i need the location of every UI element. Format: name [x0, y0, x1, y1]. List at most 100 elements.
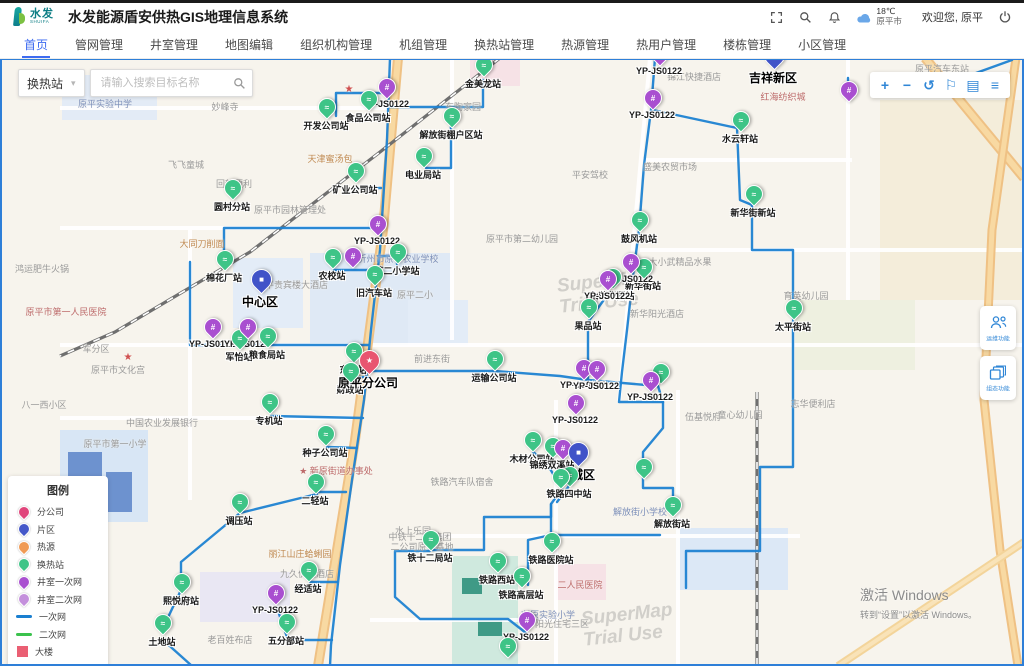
- map-place-label: 中国农业发展银行: [126, 416, 198, 429]
- legend-item-label: 井室一次网: [37, 575, 82, 588]
- legend-item-label: 分公司: [37, 505, 64, 518]
- config-function-button[interactable]: 组态功能: [980, 356, 1016, 400]
- pin-label: YP-JS0122: [636, 66, 682, 76]
- search-input[interactable]: [99, 76, 233, 90]
- logout-icon[interactable]: [997, 10, 1012, 25]
- reset-view-icon[interactable]: ↺: [918, 72, 940, 98]
- map-place-label: 大小武精品水果: [648, 255, 711, 268]
- station-pin-glyph: ≈: [232, 494, 248, 510]
- well-pin-glyph: #: [379, 79, 395, 95]
- legend-pin-icon: [16, 591, 33, 608]
- well-pin-glyph: #: [268, 585, 284, 601]
- map-place-label: 原平市第一小学: [83, 437, 146, 450]
- weather-widget: 18℃ 原平市: [856, 7, 902, 27]
- measure-icon[interactable]: ⚐: [940, 72, 962, 98]
- app-logo: 水发 SHUIFA: [12, 7, 54, 27]
- station-pin-glyph: ≈: [476, 58, 492, 73]
- nav-tab-地图编辑[interactable]: 地图编辑: [225, 31, 273, 58]
- nav-tab-组织机构管理[interactable]: 组织机构管理: [300, 31, 372, 58]
- well-pin-glyph: #: [568, 395, 584, 411]
- pin-label: 熙悦府站: [163, 594, 199, 607]
- nav-tab-小区管理[interactable]: 小区管理: [798, 31, 846, 58]
- map-place-label: 飞飞童城: [168, 158, 204, 171]
- map-place-label: 新华阳光酒店: [630, 307, 684, 320]
- search-icon[interactable]: [233, 77, 246, 90]
- notification-bell-icon[interactable]: [827, 10, 842, 25]
- pin-label: 二轻站: [301, 494, 328, 507]
- station-pin-glyph: ≈: [423, 531, 439, 547]
- category-select[interactable]: 换热站 ▾: [18, 69, 85, 97]
- station-pin-glyph: ≈: [632, 212, 648, 228]
- nav-tab-机组管理[interactable]: 机组管理: [399, 31, 447, 58]
- map-canvas[interactable]: SuperMapTrial Use SuperMapTrial Use 激活 W…: [0, 58, 1024, 666]
- company-pin-glyph: ★: [360, 351, 379, 370]
- map-place-label: 童心幼儿园: [717, 408, 762, 421]
- legend-list-icon[interactable]: ≡: [984, 72, 1006, 98]
- legend-item: 热源: [16, 538, 100, 556]
- pin-label: 圆村分站: [214, 200, 250, 213]
- map-legend: 图例 分公司片区热源换热站井室一次网井室二次网一次网二次网大楼: [8, 476, 108, 666]
- ops-function-button[interactable]: 运维功能: [980, 306, 1016, 350]
- pin-label: 吉祥新区: [749, 69, 797, 86]
- pin-label: YP-JS0122: [627, 392, 673, 402]
- district-pin-glyph: ■: [252, 270, 271, 289]
- nav-tab-换热站管理[interactable]: 换热站管理: [474, 31, 534, 58]
- pin-label: YP-JS0122: [573, 381, 619, 391]
- station-pin-glyph: ≈: [262, 394, 278, 410]
- station-pin-glyph: ≈: [553, 469, 569, 485]
- pin-label: 种子公司站: [302, 446, 347, 459]
- station-pin-glyph: ≈: [487, 351, 503, 367]
- station-pin-glyph: ≈: [308, 474, 324, 490]
- map-place-label: 盛美农贸市场: [643, 160, 697, 173]
- map-place-label: 二人民医院: [557, 578, 602, 591]
- map-place-label: 原平市第二幼儿园: [486, 232, 558, 245]
- pin-label: 食品公司站: [345, 111, 390, 124]
- fullscreen-icon[interactable]: [769, 10, 784, 25]
- legend-item: 分公司: [16, 503, 100, 521]
- legend-item-label: 大楼: [35, 645, 53, 658]
- map-place-label: 丽江山庄蛤蜊园: [268, 547, 331, 560]
- station-pin-glyph: ≈: [514, 568, 530, 584]
- pin-label: 电业局站: [405, 168, 441, 181]
- layers-icon[interactable]: ▤: [962, 72, 984, 98]
- zoom-out-icon[interactable]: −: [896, 72, 918, 98]
- pin-label: 粮食局站: [249, 348, 285, 361]
- pin-label: 开发公司站: [303, 119, 348, 132]
- nav-tab-管网管理[interactable]: 管网管理: [75, 31, 123, 58]
- station-pin-glyph: ≈: [390, 244, 406, 260]
- pin-label: 金美龙站: [465, 77, 501, 90]
- well-pin-glyph: #: [643, 372, 659, 388]
- well-pin-glyph: #: [519, 612, 535, 628]
- map-place-label: 鸿运肥牛火锅: [15, 262, 69, 275]
- station-pin-glyph: ≈: [746, 186, 762, 202]
- map-place-label: 天津蜜汤包: [307, 152, 352, 165]
- pin-label: 铁路西站: [479, 573, 515, 586]
- station-pin-glyph: ≈: [260, 328, 276, 344]
- zoom-in-icon[interactable]: +: [874, 72, 896, 98]
- ops-function-label: 运维功能: [986, 333, 1009, 342]
- pin-label: 运输公司站: [471, 371, 516, 384]
- map-place-label: 原平实验中学: [78, 97, 132, 110]
- station-pin-glyph: ≈: [225, 180, 241, 196]
- station-pin-glyph: ≈: [319, 99, 335, 115]
- nav-tab-热用户管理[interactable]: 热用户管理: [636, 31, 696, 58]
- nav-tab-热源管理[interactable]: 热源管理: [561, 31, 609, 58]
- weather-city: 原平市: [876, 17, 902, 27]
- map-place-label: ★: [345, 84, 354, 95]
- nav-tab-井室管理[interactable]: 井室管理: [150, 31, 198, 58]
- station-pin-glyph: ≈: [665, 497, 681, 513]
- pin-label: 水云轩站: [722, 132, 758, 145]
- search-icon[interactable]: [798, 10, 813, 25]
- legend-square-icon: [17, 646, 28, 657]
- legend-item-label: 井室二次网: [37, 593, 82, 606]
- pin-label: 棉花厂站: [206, 271, 242, 284]
- well-pin-glyph: #: [370, 216, 386, 232]
- map-place-label: 伍基悦府: [685, 410, 721, 423]
- legend-pin-icon: [16, 573, 33, 590]
- station-pin-glyph: ≈: [318, 426, 334, 442]
- station-pin-glyph: ≈: [367, 266, 383, 282]
- station-pin-glyph: ≈: [301, 562, 317, 578]
- nav-tab-楼栋管理[interactable]: 楼栋管理: [723, 31, 771, 58]
- station-pin-glyph: ≈: [733, 112, 749, 128]
- nav-tab-首页[interactable]: 首页: [24, 31, 48, 58]
